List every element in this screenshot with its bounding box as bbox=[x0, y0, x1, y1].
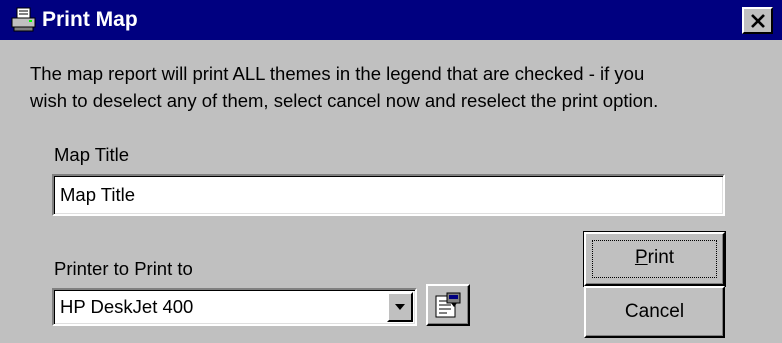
map-title-input[interactable] bbox=[52, 174, 725, 216]
chevron-down-icon bbox=[395, 304, 405, 310]
close-icon bbox=[751, 14, 765, 28]
printer-select[interactable]: HP DeskJet 400 bbox=[52, 288, 417, 326]
printer-selected-value: HP DeskJet 400 bbox=[60, 296, 194, 317]
instructions-line-2: wish to deselect any of them, select can… bbox=[30, 90, 659, 111]
print-button-label: Print bbox=[635, 247, 674, 268]
cancel-button-label: Cancel bbox=[624, 301, 685, 322]
printer-icon bbox=[10, 6, 38, 34]
print-label-rest: rint bbox=[647, 247, 675, 268]
print-button[interactable]: Print bbox=[583, 231, 726, 287]
instructions-text: The map report will print ALL themes in … bbox=[30, 60, 770, 114]
cancel-button[interactable]: Cancel bbox=[584, 286, 725, 338]
close-button[interactable] bbox=[742, 7, 773, 34]
print-map-dialog: Print Map The map report will print ALL … bbox=[0, 0, 782, 343]
printer-properties-button[interactable] bbox=[426, 284, 470, 326]
map-title-label: Map Title bbox=[54, 144, 130, 165]
instructions-line-1: The map report will print ALL themes in … bbox=[30, 63, 645, 84]
printer-dropdown-button[interactable] bbox=[387, 292, 413, 322]
properties-icon bbox=[435, 292, 461, 318]
printer-label: Printer to Print to bbox=[54, 258, 193, 279]
window-title: Print Map bbox=[42, 8, 138, 31]
title-bar: Print Map bbox=[0, 0, 782, 40]
print-mnemonic: P bbox=[634, 247, 648, 268]
